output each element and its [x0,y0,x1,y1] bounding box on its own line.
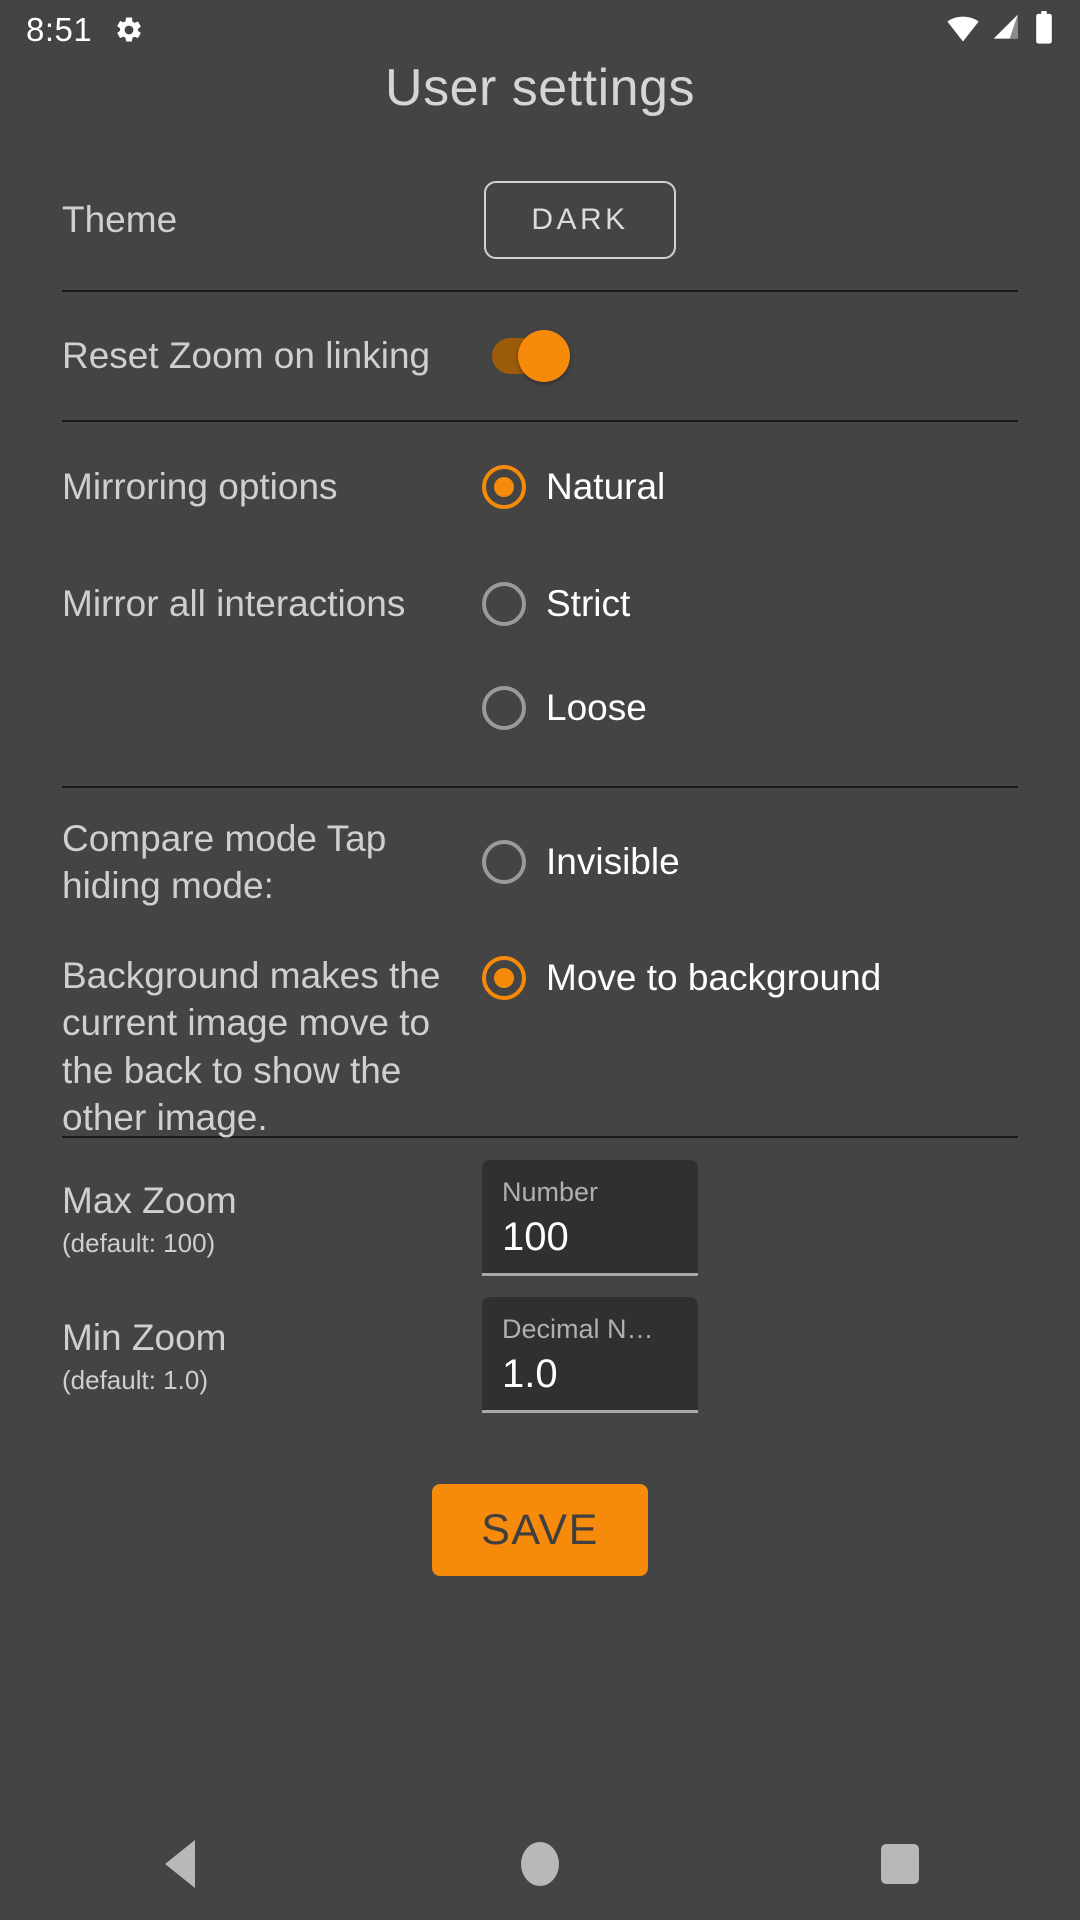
home-button[interactable] [470,1808,610,1920]
radio-loose-icon[interactable] [482,686,526,730]
mirroring-row-strict: Mirror all interactions Strict [0,552,1080,656]
status-time: 8:51 [26,11,93,48]
recents-square-icon [881,1844,919,1884]
max-zoom-label-col: Max Zoom (default: 100) [62,1177,482,1259]
mirroring-control-natural: Natural [482,465,1018,509]
compare-mode-label-col: Compare mode Tap hiding mode: [62,815,482,910]
settings-list: Theme DARK Reset Zoom on linking Mirrori… [0,150,1080,1576]
compare-mode-control-background: Move to background [482,952,1018,1000]
battery-full-icon [1034,10,1054,50]
max-zoom-field[interactable]: Number 100 [482,1159,698,1277]
wifi-icon [946,11,980,50]
mirror-all-interactions-label: Mirror all interactions [62,583,406,625]
radio-invisible-label: Invisible [546,841,680,882]
mirror-all-label-col: Mirror all interactions [62,580,482,627]
save-button-container: SAVE [0,1484,1080,1576]
status-bar: 8:51 [0,0,1080,60]
theme-control-col: DARK [482,181,1018,259]
reset-zoom-switch[interactable] [492,330,570,382]
background-desc-col: Background makes the current image move … [62,952,482,1141]
min-zoom-row: Min Zoom (default: 1.0) Decimal N… 1.0 [0,1284,1080,1426]
max-zoom-field-value[interactable]: 100 [502,1215,678,1259]
max-zoom-field-label: Number [502,1177,599,1207]
radio-option-strict[interactable]: Strict [482,582,630,626]
min-zoom-control-col: Decimal N… 1.0 [482,1296,1018,1414]
max-zoom-label: Max Zoom [62,1179,237,1221]
page-title: User settings [385,59,695,117]
back-button[interactable] [110,1808,250,1920]
theme-toggle-button[interactable]: DARK [484,181,676,259]
mirroring-control-strict: Strict [482,582,1018,626]
radio-natural-icon[interactable] [482,465,526,509]
radio-strict-label: Strict [546,583,631,624]
radio-move-to-background-icon[interactable] [482,956,526,1000]
min-zoom-field-label: Decimal N… [502,1314,654,1344]
radio-strict-icon[interactable] [482,582,526,626]
radio-option-natural[interactable]: Natural [482,465,665,509]
min-zoom-field-value[interactable]: 1.0 [502,1352,678,1396]
gear-icon [114,15,144,45]
background-description: Background makes the current image move … [62,955,441,1139]
reset-zoom-row: Reset Zoom on linking [0,292,1080,420]
compare-mode-control-invisible: Invisible [482,840,1018,884]
mirroring-control-loose: Loose [482,686,1018,730]
max-zoom-row: Max Zoom (default: 100) Number 100 [0,1138,1080,1284]
mirroring-row-natural: Mirroring options Natural [0,422,1080,552]
status-icons [946,10,1054,50]
compare-mode-row-background: Background makes the current image move … [0,936,1080,1138]
theme-label: Theme [62,199,178,241]
radio-loose-label: Loose [546,687,647,728]
max-zoom-control-col: Number 100 [482,1159,1018,1277]
min-zoom-label: Min Zoom [62,1316,227,1358]
theme-label-col: Theme [62,196,482,243]
radio-invisible-icon[interactable] [482,840,526,884]
reset-zoom-control-col [482,330,1018,382]
switch-thumb [518,330,570,382]
min-zoom-field[interactable]: Decimal N… 1.0 [482,1296,698,1414]
radio-move-to-background-label: Move to background [546,957,882,998]
min-zoom-default: (default: 1.0) [62,1365,208,1396]
theme-row: Theme DARK [0,150,1080,290]
reset-zoom-label: Reset Zoom on linking [62,335,431,377]
min-zoom-label-col: Min Zoom (default: 1.0) [62,1314,482,1396]
mirroring-row-loose: Loose [0,656,1080,760]
radio-natural-label: Natural [546,466,666,507]
radio-option-invisible[interactable]: Invisible [482,840,680,884]
compare-mode-row-invisible: Compare mode Tap hiding mode: Invisible [0,788,1080,936]
mirroring-options-label: Mirroring options [62,466,338,508]
max-zoom-default: (default: 100) [62,1228,216,1259]
recents-button[interactable] [830,1808,970,1920]
radio-option-loose[interactable]: Loose [482,686,647,730]
back-triangle-icon [165,1840,195,1888]
home-circle-icon [521,1842,559,1886]
save-button[interactable]: SAVE [432,1484,648,1576]
reset-zoom-label-col: Reset Zoom on linking [62,332,482,379]
cellular-signal-icon [991,12,1023,49]
compare-mode-label: Compare mode Tap hiding mode: [62,817,387,906]
android-navigation-bar [0,1808,1080,1920]
radio-option-move-to-background[interactable]: Move to background [482,956,881,1000]
mirroring-label-col: Mirroring options [62,463,482,510]
settings-screen: 8:51 User settings Theme DARK Reset Zoom… [0,0,1080,1920]
